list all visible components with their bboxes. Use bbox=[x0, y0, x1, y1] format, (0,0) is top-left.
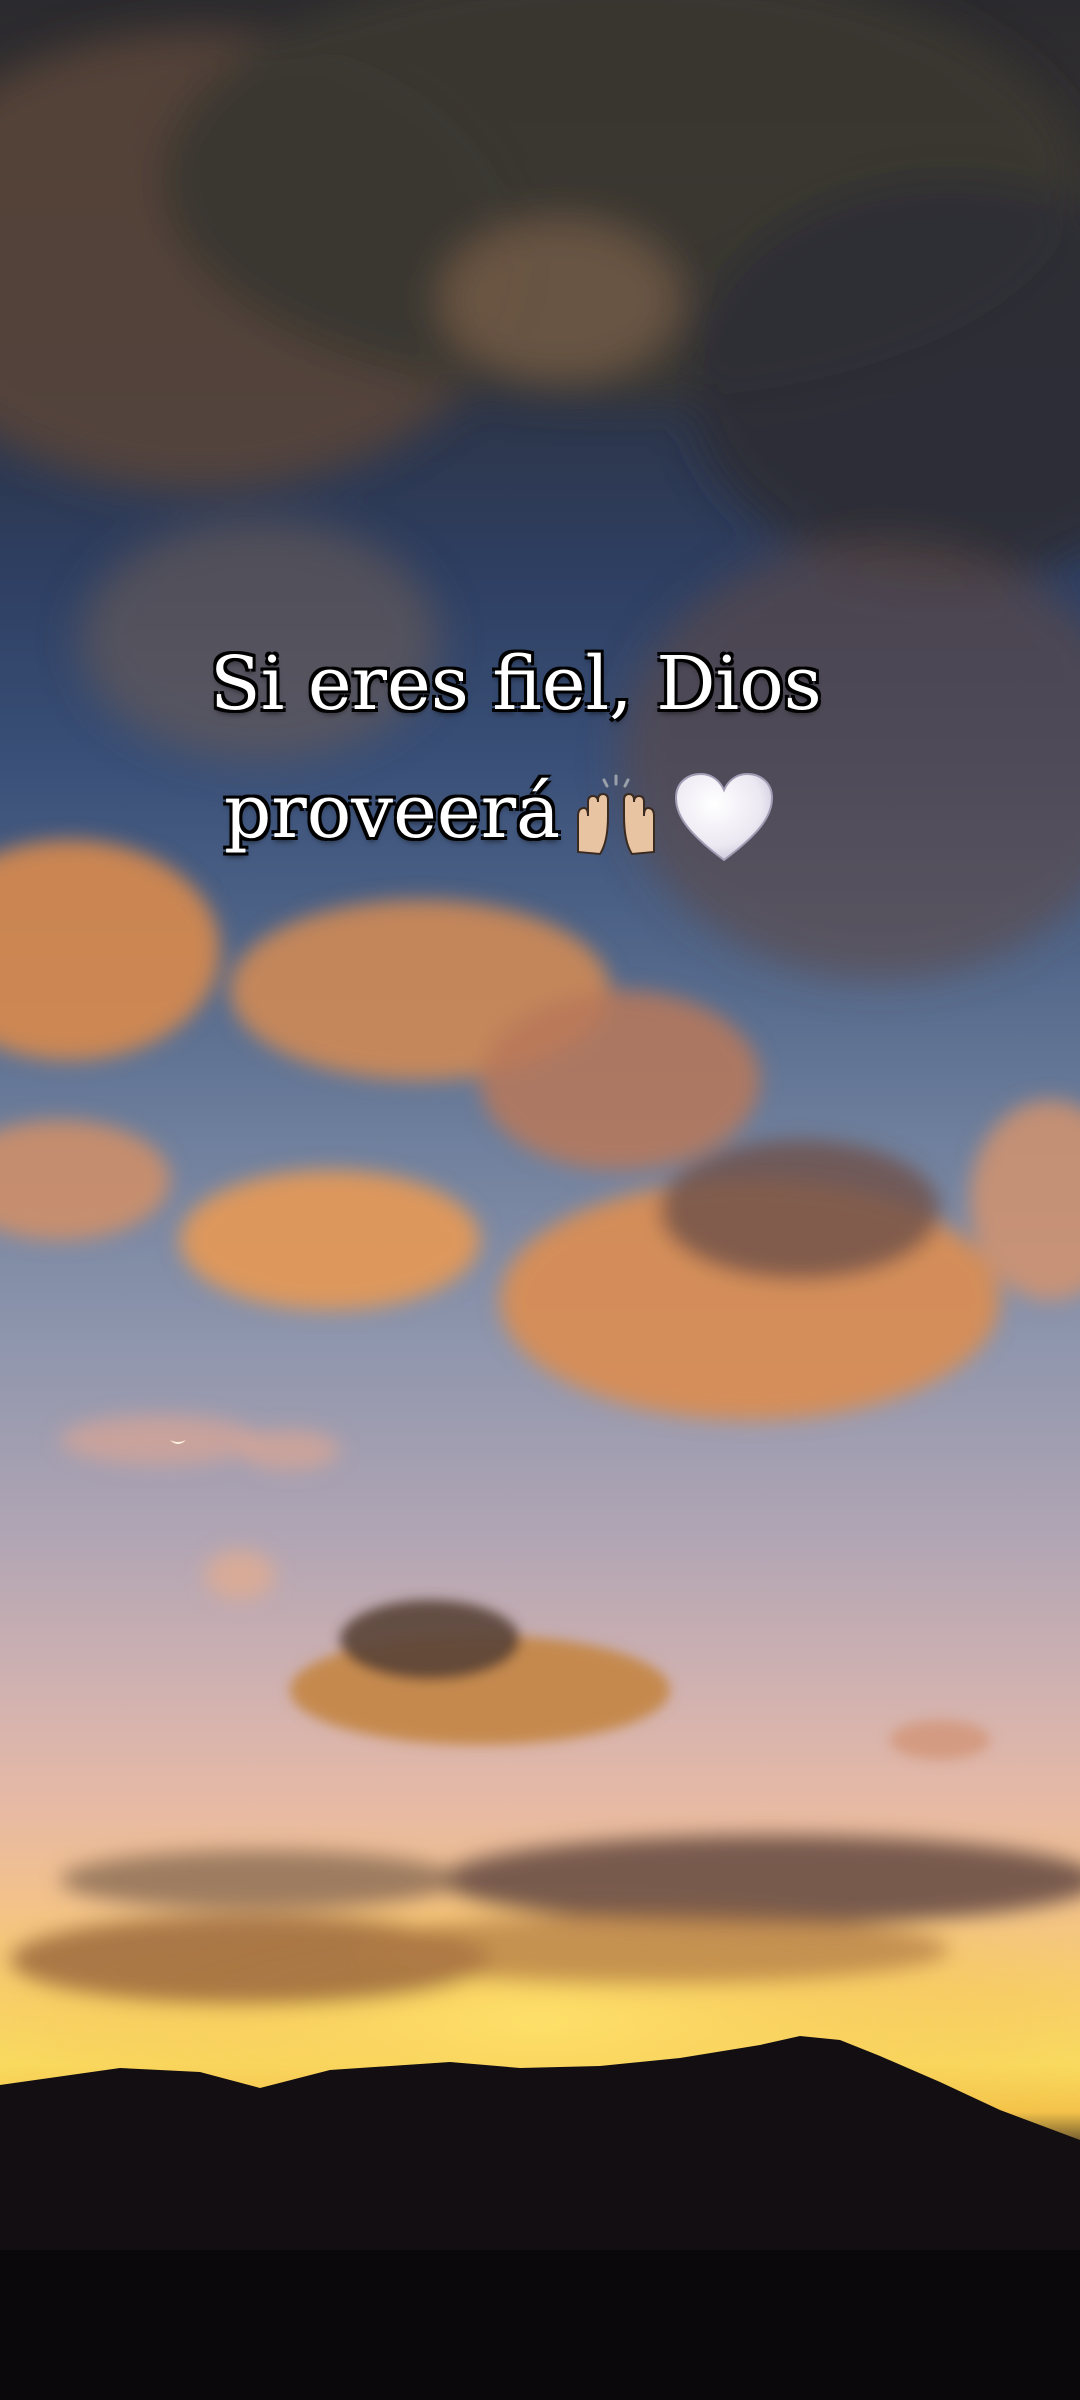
caption-text: Si eres fiel, Dios proveerá bbox=[0, 620, 1080, 876]
photo-background: Si eres fiel, Dios proveerá bbox=[0, 0, 1080, 2400]
white-heart-icon bbox=[672, 770, 776, 866]
caption-line-2-text: proveerá bbox=[224, 769, 561, 855]
ground-shadow bbox=[0, 2250, 1080, 2400]
raising-hands-icon bbox=[570, 772, 662, 864]
caption-line-1: Si eres fiel, Dios bbox=[210, 641, 822, 727]
caption-line-2: proveerá bbox=[210, 748, 1080, 876]
lower-cloud bbox=[290, 1600, 990, 1760]
sunset-sky-image bbox=[0, 0, 1080, 2400]
